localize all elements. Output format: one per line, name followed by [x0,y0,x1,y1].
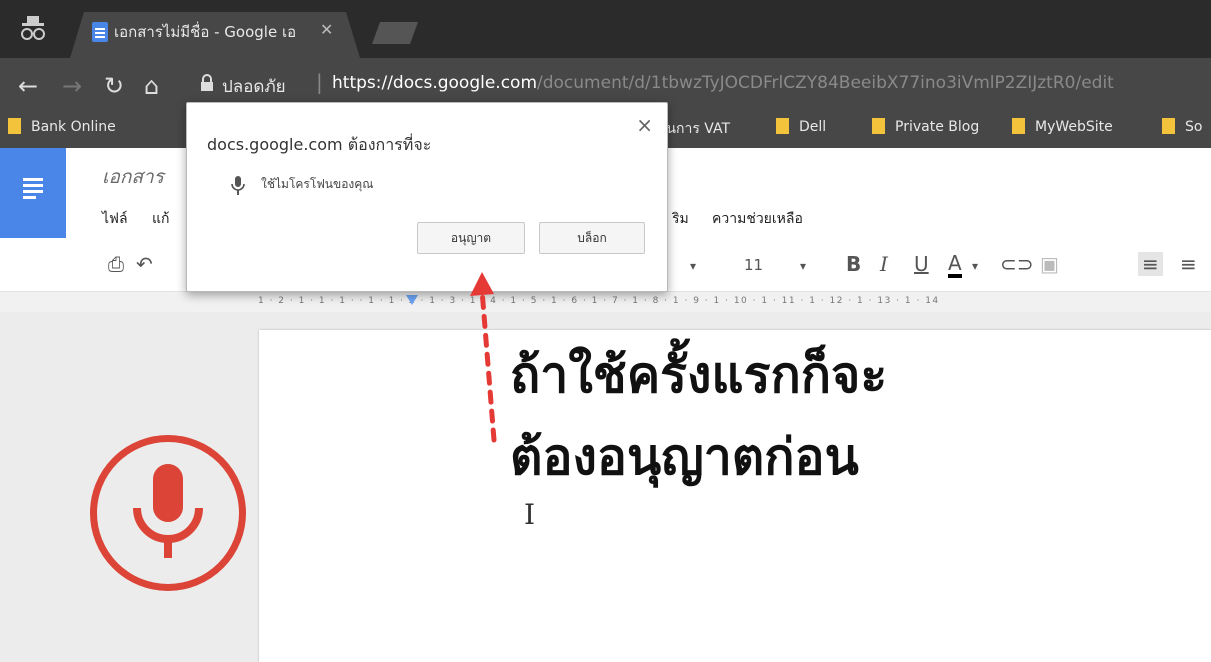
print-icon[interactable]: ⎙ [108,252,124,276]
bookmark-label: So [1185,119,1203,135]
menu-addons[interactable]: ริม [672,208,689,230]
font-size-field[interactable]: 11 [744,256,763,274]
url-host: https://docs.google.com [332,73,538,93]
bookmark-label: MyWebSite [1035,119,1113,135]
forward-icon[interactable]: → [62,72,82,100]
microphone-icon [231,176,245,195]
bookmark-mywebsite[interactable]: MyWebSite [1012,118,1113,135]
bookmark-vat[interactable]: อนการ VAT [658,118,730,140]
font-dropdown-chevron-icon[interactable]: ▾ [690,259,696,273]
menu-file[interactable]: ไฟล์ [102,208,128,230]
tab-close-icon[interactable]: ✕ [320,20,333,39]
underline-icon[interactable]: U [914,252,929,276]
incognito-icon [21,16,45,40]
docs-home-icon[interactable] [0,148,66,240]
text-cursor-icon: I [524,498,536,531]
comment-icon[interactable]: ▣ [1040,252,1059,276]
menu-edit[interactable]: แก้ [152,208,170,230]
ruler-scale: 1 · 2 · 1 · 1 · 1 · · 1 · 1 · 2 · 1 · 3 … [258,296,940,306]
secure-label: ปลอดภัย [222,77,286,97]
url-separator: | [316,70,323,94]
font-size-chevron-icon[interactable]: ▾ [800,259,806,273]
bold-icon[interactable]: B [846,252,861,276]
address-bar[interactable]: https://docs.google.com/document/d/1tbwz… [332,73,1202,93]
link-icon[interactable]: ⊂⊃ [1000,252,1034,276]
align-left-icon[interactable]: ≡ [1138,252,1163,276]
voice-typing-mic-icon[interactable] [90,435,246,591]
text-color-chevron-icon[interactable]: ▾ [972,259,978,273]
allow-button[interactable]: อนุญาต [417,222,525,254]
new-tab-button[interactable] [372,22,418,44]
bookmark-dell[interactable]: Dell [776,118,826,135]
bookmark-private-blog[interactable]: Private Blog [872,118,979,135]
align-center-icon[interactable]: ≡ [1180,252,1197,276]
home-icon[interactable]: ⌂ [144,72,159,100]
block-button[interactable]: บล็อก [539,222,645,254]
bookmark-label: Private Blog [895,119,980,135]
mic-glyph-icon [133,464,203,558]
bookmark-label: อนการ VAT [658,121,731,137]
bookmark-bank-online[interactable]: Bank Online [8,118,116,135]
annotation-line-1: ถ้าใช้ครั้งแรกก็จะ [510,346,888,404]
menu-help[interactable]: ความช่วยเหลือ [712,208,803,230]
folder-icon [776,118,789,134]
folder-icon [1012,118,1025,134]
popup-close-icon[interactable]: × [636,113,653,137]
docs-favicon-icon [92,22,108,42]
back-icon[interactable]: ← [18,72,38,100]
lock-icon [201,74,213,91]
bookmark-label: Dell [799,119,827,135]
folder-icon [872,118,885,134]
bookmark-label: Bank Online [31,119,116,135]
folder-icon [8,118,21,134]
annotation-line-2: ต้องอนุญาตก่อน [510,428,859,486]
text-color-icon[interactable]: A [948,252,962,278]
tab-title[interactable]: เอกสารไม่มีชื่อ - Google เอ [114,20,314,44]
reload-icon[interactable]: ↻ [104,72,124,100]
italic-icon[interactable]: I [880,252,888,276]
permission-popup: docs.google.com ต้องการที่จะ × ใช้ไมโครโ… [186,102,668,292]
folder-icon [1162,118,1175,134]
popup-title: docs.google.com ต้องการที่จะ [207,135,432,154]
undo-icon[interactable]: ↶ [136,252,153,276]
annotation-arrow-icon [470,272,497,443]
url-path: /document/d/1tbwzTyJOCDFrlCZY84BeeibX77i… [537,73,1114,93]
document-title[interactable]: เอกสาร [102,162,164,192]
permission-text: ใช้ไมโครโฟนของคุณ [261,177,374,191]
bookmark-so[interactable]: So [1162,118,1202,135]
